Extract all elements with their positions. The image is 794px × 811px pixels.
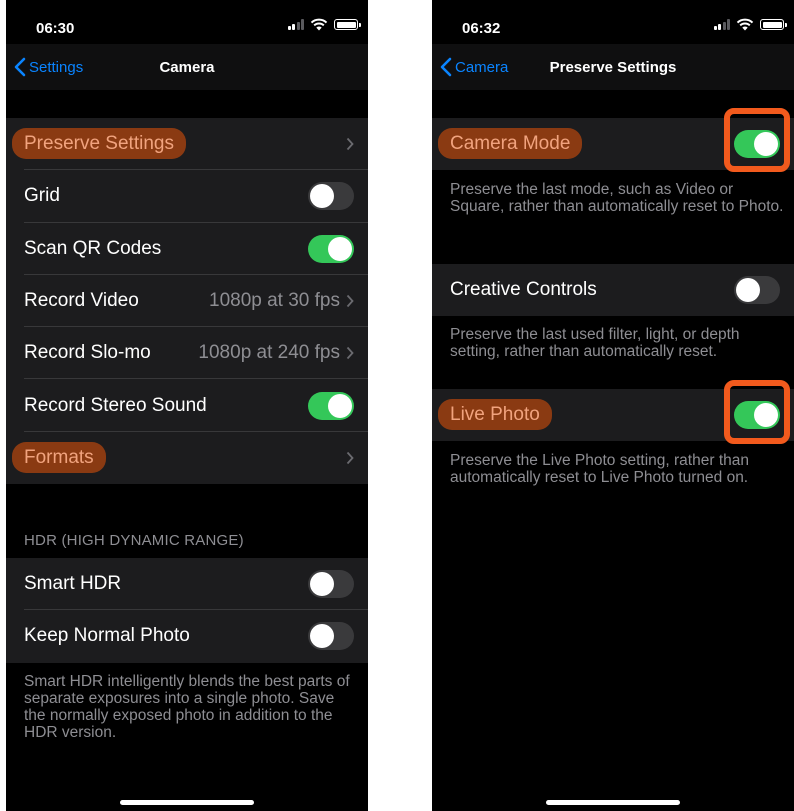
wifi-icon: [736, 18, 754, 31]
signal-icon: [713, 19, 730, 30]
smart-hdr-row: Smart HDR: [6, 558, 368, 611]
record-video-row[interactable]: Record Video 1080p at 30 fps: [6, 275, 368, 328]
chevron-right-icon: [346, 294, 354, 308]
formats-row[interactable]: Formats: [6, 432, 368, 484]
camera-mode-annotation-box: [724, 108, 790, 172]
live-photo-label: Live Photo: [438, 399, 552, 431]
status-time: 06:30: [36, 20, 75, 37]
back-label: Settings: [29, 58, 84, 76]
formats-label: Formats: [12, 441, 106, 473]
record-stereo-sound-row: Record Stereo Sound: [6, 379, 368, 433]
record-stereo-sound-label: Record Stereo Sound: [24, 394, 207, 416]
battery-icon: [760, 19, 787, 30]
chevron-right-icon: [346, 347, 354, 360]
wifi-icon: [310, 18, 328, 31]
back-chevron-icon: [14, 57, 26, 77]
home-indicator[interactable]: [120, 800, 254, 805]
record-slo-mo-value: 1080p at 240 fps: [198, 342, 340, 364]
creative-controls-row: Creative Controls: [432, 264, 794, 316]
live-photo-footer: Preserve the Live Photo setting, rather …: [450, 452, 749, 486]
grid-label: Grid: [24, 185, 60, 207]
camera-mode-footer: Preserve the last mode, such as Video or…: [450, 181, 784, 215]
status-bar: 06:30: [6, 0, 368, 44]
camera-mode-label: Camera Mode: [438, 128, 583, 160]
record-video-value: 1080p at 30 fps: [209, 290, 340, 312]
keep-normal-photo-row: Keep Normal Photo: [6, 610, 368, 662]
creative-controls-label: Creative Controls: [450, 279, 597, 301]
record-stereo-sound-toggle[interactable]: [308, 391, 354, 420]
back-button[interactable]: Camera: [440, 57, 508, 77]
record-video-label: Record Video: [24, 290, 139, 312]
live-photo-annotation-box: [724, 380, 790, 444]
navigation-bar: Camera Preserve Settings: [432, 44, 794, 90]
status-time: 06:32: [462, 20, 501, 37]
creative-controls-group: Creative Controls: [432, 264, 794, 317]
creative-controls-toggle[interactable]: [734, 276, 780, 305]
scan-qr-codes-toggle[interactable]: [308, 234, 354, 263]
hdr-footer: Smart HDR intelligently blends the best …: [24, 673, 350, 741]
back-button[interactable]: Settings: [14, 57, 83, 77]
camera-settings-screen: 06:30 Settings Camera Preserve Settings …: [6, 0, 368, 811]
smart-hdr-toggle[interactable]: [308, 570, 354, 599]
grid-row: Grid: [6, 170, 368, 223]
scan-qr-codes-label: Scan QR Codes: [24, 237, 162, 259]
back-label: Camera: [455, 58, 509, 76]
keep-normal-photo-toggle[interactable]: [308, 622, 354, 651]
keep-normal-photo-label: Keep Normal Photo: [24, 625, 190, 647]
hdr-group: Smart HDR Keep Normal Photo: [6, 558, 368, 663]
chevron-right-icon: [346, 138, 354, 151]
battery-icon: [334, 19, 361, 30]
scan-qr-codes-row: Scan QR Codes: [6, 223, 368, 276]
hdr-section-header: HDR (HIGH DYNAMIC RANGE): [24, 532, 244, 549]
creative-controls-footer: Preserve the last used filter, light, or…: [450, 326, 740, 360]
smart-hdr-label: Smart HDR: [24, 573, 122, 595]
status-bar: 06:32: [432, 0, 794, 44]
signal-icon: [287, 19, 304, 30]
chevron-right-icon: [346, 451, 354, 465]
back-chevron-icon: [440, 57, 452, 77]
preserve-settings-label: Preserve Settings: [12, 128, 186, 160]
preserve-settings-row[interactable]: Preserve Settings: [6, 118, 368, 171]
camera-options-group: Preserve Settings Grid Scan QR Codes Rec…: [6, 118, 368, 485]
navigation-bar: Settings Camera: [6, 44, 368, 90]
grid-toggle[interactable]: [308, 182, 354, 211]
home-indicator[interactable]: [546, 800, 680, 805]
preserve-settings-screen: 06:32 Camera Preserve Settings Camera Mo…: [432, 0, 794, 811]
record-slo-mo-row[interactable]: Record Slo-mo 1080p at 240 fps: [6, 327, 368, 380]
record-slo-mo-label: Record Slo-mo: [24, 342, 151, 364]
